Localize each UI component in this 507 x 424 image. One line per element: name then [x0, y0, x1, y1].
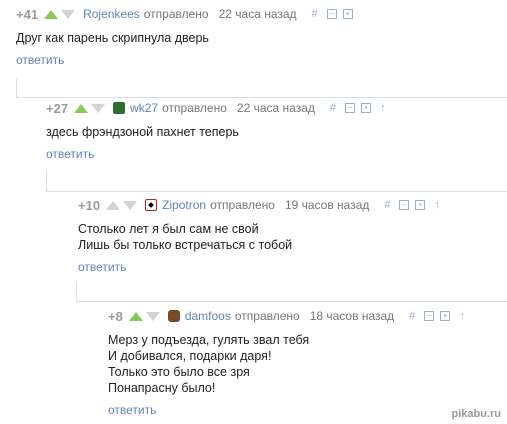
comment-sent-label: отправлено	[162, 101, 227, 115]
comment-username[interactable]: damfoos	[185, 309, 231, 323]
comment-2: +27 wk27 отправлено 22 часа назад # − ▪ …	[46, 100, 395, 162]
thread-hline-3	[76, 301, 507, 302]
minus-box-icon[interactable]: −	[399, 200, 410, 210]
comment-time[interactable]: 18 часов назад	[310, 309, 394, 323]
arrow-up-icon[interactable]: ↑	[431, 199, 443, 211]
minus-box-icon[interactable]: −	[424, 311, 435, 321]
comment-4: +8 damfoos отправлено 18 часов назад # −…	[108, 308, 474, 418]
minus-box-icon[interactable]: −	[344, 103, 355, 113]
upvote-icon[interactable]	[106, 200, 121, 210]
avatar	[113, 102, 126, 114]
comment-text: Друг как парень скрипнула дверь	[16, 31, 209, 45]
comment-sent-label: отправлено	[210, 198, 275, 212]
comment-time[interactable]: 22 часа назад	[237, 101, 315, 115]
thread-hline-2	[46, 191, 507, 192]
reply-button[interactable]: ответить	[78, 260, 449, 274]
comment-text: здесь фрэндзоной пахнет теперь	[46, 125, 239, 139]
comment-username[interactable]: Rojenkees	[83, 7, 140, 21]
thread-line-1	[16, 78, 17, 98]
comment-time[interactable]: 22 часа назад	[219, 7, 297, 21]
comment-text: Столько лет я был сам не свой Лишь бы то…	[78, 222, 293, 252]
comment-score: +27	[46, 100, 69, 116]
downvote-icon[interactable]	[61, 9, 76, 19]
save-icon[interactable]: ▪	[415, 200, 426, 210]
hash-icon[interactable]: #	[406, 310, 418, 322]
comment-header: +27 wk27 отправлено 22 часа назад # − ▪ …	[46, 100, 395, 116]
comment-time[interactable]: 19 часов назад	[285, 198, 369, 212]
arrow-up-icon[interactable]: ↑	[456, 310, 468, 322]
comment-score: +8	[108, 308, 123, 324]
downvote-icon[interactable]	[145, 311, 160, 321]
minus-box-icon[interactable]: −	[326, 9, 337, 19]
reply-button[interactable]: ответить	[16, 53, 359, 67]
comment-header: +10 Zipotron отправлено 19 часов назад #…	[78, 197, 449, 213]
reply-button[interactable]: ответить	[108, 403, 474, 417]
avatar	[167, 310, 180, 322]
reply-button[interactable]: ответить	[46, 147, 395, 161]
comment-text: Мерз у подъезда, гулять звал тебя И доби…	[108, 333, 310, 395]
downvote-icon[interactable]	[123, 200, 138, 210]
arrow-up-icon[interactable]: ↑	[377, 102, 389, 114]
watermark: pikabu.ru	[451, 408, 501, 420]
comment-username[interactable]: wk27	[130, 101, 158, 115]
comment-1: +41 Rojenkees отправлено 22 часа назад #…	[16, 6, 359, 67]
hash-icon[interactable]: #	[327, 102, 339, 114]
upvote-icon[interactable]	[128, 311, 143, 321]
comment-3: +10 Zipotron отправлено 19 часов назад #…	[78, 197, 449, 275]
thread-line-2	[46, 172, 47, 192]
comment-score: +10	[78, 197, 101, 213]
hash-icon[interactable]: #	[381, 199, 393, 211]
comment-header: +8 damfoos отправлено 18 часов назад # −…	[108, 308, 474, 324]
save-icon[interactable]: ▪	[360, 103, 371, 113]
upvote-icon[interactable]	[44, 9, 59, 19]
save-icon[interactable]: ▪	[440, 311, 451, 321]
comment-sent-label: отправлено	[234, 309, 300, 323]
thread-hline-1	[16, 97, 507, 98]
downvote-icon[interactable]	[91, 103, 106, 113]
comment-username[interactable]: Zipotron	[162, 198, 206, 212]
hash-icon[interactable]: #	[309, 8, 321, 20]
upvote-icon[interactable]	[74, 103, 89, 113]
avatar	[145, 199, 158, 211]
comment-sent-label: отправлено	[143, 7, 209, 21]
comment-header: +41 Rojenkees отправлено 22 часа назад #…	[16, 6, 359, 22]
save-icon[interactable]: ▪	[342, 9, 353, 19]
comment-score: +41	[16, 6, 39, 22]
thread-line-3	[76, 282, 77, 302]
